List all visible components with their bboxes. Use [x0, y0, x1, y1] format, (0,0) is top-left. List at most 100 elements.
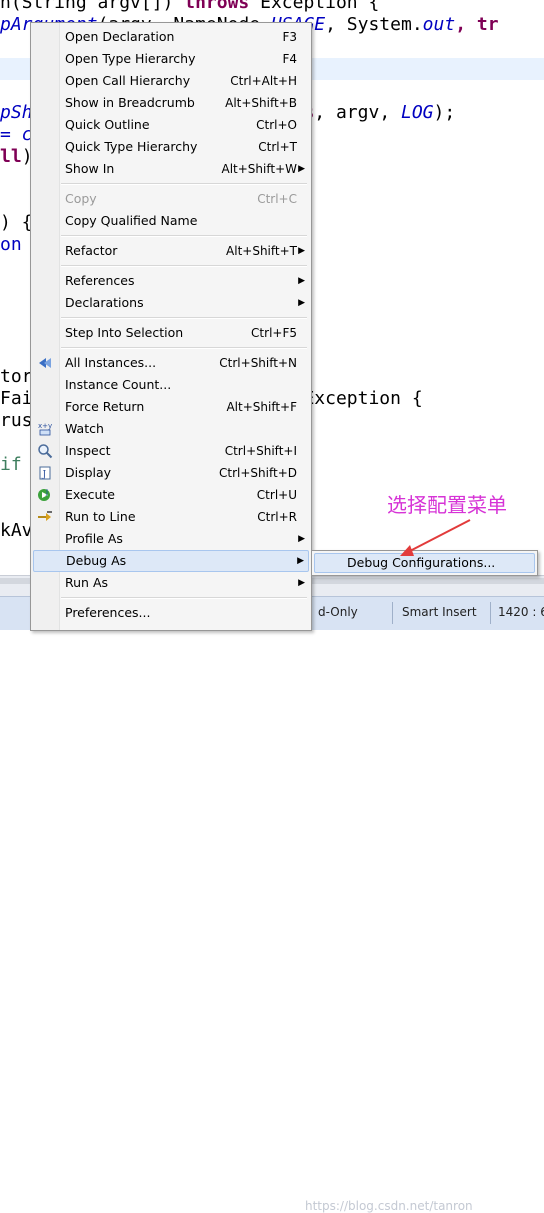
menu-item-shortcut: Ctrl+T	[258, 140, 297, 154]
menu-item-show-in-breadcrumb[interactable]: Show in Breadcrumb Alt+Shift+B	[33, 92, 309, 114]
submenu-arrow-icon: ▶	[298, 246, 305, 256]
menu-item-shortcut: Ctrl+C	[257, 192, 297, 206]
menu-item-label: Copy Qualified Name	[65, 213, 198, 228]
menu-item-label: All Instances...	[65, 355, 157, 370]
menu-item-shortcut: Alt+Shift+T	[226, 244, 297, 258]
menu-item-label: Declarations	[65, 295, 144, 310]
svg-text:x+y: x+y	[38, 422, 52, 430]
menu-item-open-declaration[interactable]: Open Declaration F3	[33, 26, 309, 48]
all-instances-icon	[37, 355, 53, 371]
menu-item-inspect[interactable]: Inspect Ctrl+Shift+I	[33, 440, 309, 462]
code-token: );	[433, 102, 456, 123]
menu-item-shortcut: Alt+Shift+F	[226, 400, 297, 414]
menu-item-debug-as[interactable]: Debug As ▶	[33, 550, 309, 572]
submenu-arrow-icon: ▶	[298, 164, 305, 174]
menu-item-open-call-hierarchy[interactable]: Open Call Hierarchy Ctrl+Alt+H	[33, 70, 309, 92]
code-token: , argv,	[314, 102, 401, 123]
menu-item-label: References	[65, 273, 135, 288]
menu-item-copy-qualified-name[interactable]: Copy Qualified Name	[33, 210, 309, 232]
menu-item-shortcut: Ctrl+Alt+H	[230, 74, 297, 88]
submenu-arrow-icon: ▶	[298, 298, 305, 308]
code-line: kAv	[0, 520, 33, 542]
menu-item-label: Copy	[65, 191, 97, 206]
code-token: n(String argv[])	[0, 0, 185, 13]
menu-item-open-type-hierarchy[interactable]: Open Type Hierarchy F4	[33, 48, 309, 70]
menu-separator	[61, 317, 307, 319]
code-line: ll)	[0, 146, 33, 168]
menu-item-label: Profile As	[65, 531, 123, 546]
menu-item-label: Open Declaration	[65, 29, 175, 44]
submenu-arrow-icon: ▶	[297, 556, 304, 566]
menu-item-shortcut: Ctrl+R	[257, 510, 297, 524]
watermark: https://blog.csdn.net/tanron	[305, 1199, 473, 1213]
menu-item-force-return[interactable]: Force Return Alt+Shift+F	[33, 396, 309, 418]
menu-item-show-in[interactable]: Show In Alt+Shift+W ▶	[33, 158, 309, 180]
write-mode-status: d-Only	[318, 605, 358, 619]
code-line: on	[0, 234, 22, 256]
menu-item-label: Show In	[65, 161, 115, 176]
code-token: pSh	[0, 102, 33, 123]
execute-icon: J	[37, 487, 53, 503]
menu-item-label: Debug As	[66, 553, 127, 568]
menu-item-execute[interactable]: J Execute Ctrl+U	[33, 484, 309, 506]
menu-item-label: Quick Type Hierarchy	[65, 139, 198, 154]
menu-item-shortcut: F3	[282, 30, 297, 44]
annotation-text: 选择配置菜单	[387, 493, 507, 517]
menu-item-watch[interactable]: x+y Watch	[33, 418, 309, 440]
code-token: on	[0, 234, 22, 255]
code-line: if	[0, 454, 22, 476]
menu-item-shortcut: Ctrl+O	[256, 118, 297, 132]
code-token: , System.	[325, 14, 423, 35]
code-line: rus	[0, 410, 33, 432]
menu-item-label: Quick Outline	[65, 117, 150, 132]
menu-item-copy[interactable]: Copy Ctrl+C	[33, 188, 309, 210]
menu-item-label: Preferences...	[65, 605, 151, 620]
menu-item-label: Open Type Hierarchy	[65, 51, 196, 66]
status-divider	[490, 602, 491, 624]
menu-item-all-instances[interactable]: All Instances... Ctrl+Shift+N	[33, 352, 309, 374]
menu-item-label: Run As	[65, 575, 109, 590]
code-token: rus	[0, 410, 33, 431]
menu-item-refactor[interactable]: Refactor Alt+Shift+T ▶	[33, 240, 309, 262]
menu-item-step-into-selection[interactable]: Step Into Selection Ctrl+F5	[33, 322, 309, 344]
menu-item-label: Inspect	[65, 443, 111, 458]
code-token: Fai	[0, 388, 33, 409]
code-token: LOG	[401, 102, 434, 123]
menu-item-quick-outline[interactable]: Quick Outline Ctrl+O	[33, 114, 309, 136]
menu-item-declarations[interactable]: Declarations ▶	[33, 292, 309, 314]
code-line: n(String argv[]) throws Exception {	[0, 0, 379, 14]
menu-item-shortcut: Alt+Shift+B	[225, 96, 297, 110]
status-divider	[392, 602, 393, 624]
code-token: ) {	[0, 212, 33, 233]
menu-item-shortcut: Ctrl+U	[256, 488, 297, 502]
display-icon: J	[37, 465, 53, 481]
menu-item-preferences[interactable]: Preferences...	[33, 602, 309, 624]
menu-item-profile-as[interactable]: Profile As ▶	[33, 528, 309, 550]
debug-configurations-menu-item[interactable]: Debug Configurations...	[314, 553, 535, 573]
menu-item-label: Watch	[65, 421, 104, 436]
menu-item-label: Instance Count...	[65, 377, 172, 392]
menu-item-shortcut: Ctrl+Shift+I	[224, 444, 297, 458]
menu-item-label: Show in Breadcrumb	[65, 95, 195, 110]
submenu-arrow-icon: ▶	[298, 534, 305, 544]
code-token: , tr	[455, 14, 499, 35]
menu-item-quick-type-hierarchy[interactable]: Quick Type Hierarchy Ctrl+T	[33, 136, 309, 158]
inspect-icon	[37, 443, 53, 459]
menu-item-instance-count[interactable]: Instance Count...	[33, 374, 309, 396]
menu-item-references[interactable]: References ▶	[33, 270, 309, 292]
menu-item-display[interactable]: J Display Ctrl+Shift+D	[33, 462, 309, 484]
menu-item-shortcut: Ctrl+Shift+D	[219, 466, 297, 480]
menu-item-label: Debug Configurations...	[347, 555, 496, 570]
menu-item-label: Open Call Hierarchy	[65, 73, 191, 88]
code-token: out	[422, 14, 456, 35]
menu-item-run-to-line[interactable]: Run to Line Ctrl+R	[33, 506, 309, 528]
insert-mode-status: Smart Insert	[402, 605, 477, 619]
context-menu: Open Declaration F3 Open Type Hierarchy F4 O…	[30, 22, 312, 631]
svg-text:J: J	[42, 470, 47, 480]
menu-item-run-as[interactable]: Run As ▶	[33, 572, 309, 594]
menu-separator	[61, 347, 307, 349]
code-line: ) {	[0, 212, 33, 234]
menu-item-shortcut: Alt+Shift+W	[221, 162, 298, 176]
code-token: Exception {	[249, 0, 380, 13]
menu-item-label: Run to Line	[65, 509, 136, 524]
